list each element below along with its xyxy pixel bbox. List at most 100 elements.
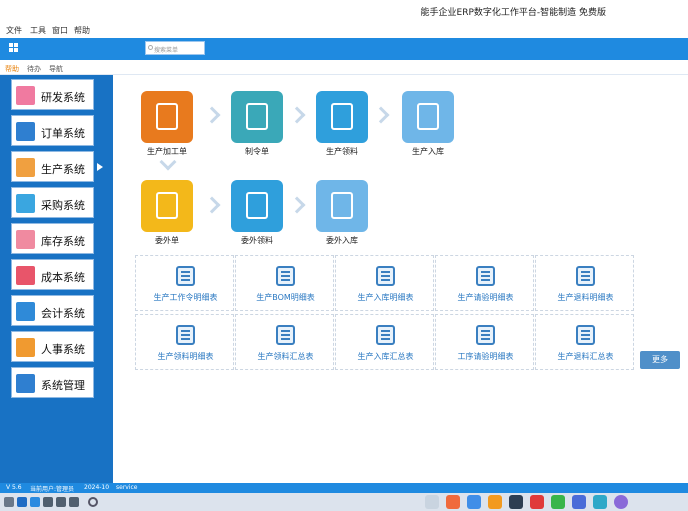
report-link[interactable]: 生产退料汇总表	[535, 314, 634, 370]
title-bar: 能手企业ERP数字化工作平台-智能制造 免费版	[0, 0, 688, 22]
flow-label[interactable]: 委外单	[132, 235, 202, 246]
window-title: 能手企业ERP数字化工作平台-智能制造 免费版	[420, 8, 606, 18]
sidebar-item[interactable]: 订单系统	[11, 115, 94, 146]
sidebar: 研发系统订单系统生产系统采购系统库存系统成本系统会计系统人事系统系统管理	[0, 75, 113, 483]
sidebar-item[interactable]: 生产系统	[11, 151, 94, 182]
sidebar-item[interactable]: 库存系统	[11, 223, 94, 254]
flow-label[interactable]: 生产领料	[307, 146, 377, 157]
document-glyph	[417, 103, 439, 130]
document-glyph	[331, 192, 353, 219]
tab-todo[interactable]: 待办	[27, 64, 41, 74]
purchase-icon	[16, 194, 35, 213]
sidebar-item[interactable]: 会计系统	[11, 295, 94, 326]
dock-app-icon[interactable]	[446, 495, 460, 509]
report-link[interactable]: 生产入库明细表	[335, 255, 434, 311]
report-link[interactable]: 工序请验明细表	[435, 314, 534, 370]
dock-app-icon[interactable]	[467, 495, 481, 509]
flow-arrow-icon	[372, 106, 390, 124]
material-issue-icon[interactable]	[316, 91, 368, 143]
flow-label[interactable]: 委外领料	[222, 235, 292, 246]
dock-app-icon[interactable]	[593, 495, 607, 509]
report-link[interactable]: 生产退料明细表	[535, 255, 634, 311]
report-link[interactable]: 生产工作令明细表	[135, 255, 234, 311]
flow-label[interactable]: 生产入库	[393, 146, 463, 157]
taskbar-app-icon[interactable]	[69, 497, 79, 507]
report-link[interactable]: 生产入库汇总表	[335, 314, 434, 370]
report-icon	[576, 325, 595, 345]
report-icon	[476, 325, 495, 345]
taskbar-app-icon[interactable]	[43, 497, 53, 507]
menu-help[interactable]: 帮助	[74, 25, 90, 36]
toolbar: 搜索菜单	[0, 38, 688, 60]
active-arrow-icon	[97, 163, 103, 171]
document-glyph	[246, 103, 268, 130]
report-icon	[476, 266, 495, 286]
outsource-order-icon[interactable]	[141, 180, 193, 232]
report-label: 生产退料汇总表	[557, 352, 614, 361]
dock-app-icon[interactable]	[509, 495, 523, 509]
sidebar-item[interactable]: 成本系统	[11, 259, 94, 290]
report-label: 工序请验明细表	[457, 352, 514, 361]
start-icon[interactable]	[4, 497, 14, 507]
report-label: 生产入库汇总表	[357, 352, 414, 361]
inventory-icon	[16, 230, 35, 249]
sidebar-item[interactable]: 采购系统	[11, 187, 94, 218]
tab-navigation[interactable]: 导航	[49, 64, 63, 74]
report-link[interactable]: 生产请验明细表	[435, 255, 534, 311]
flow-label[interactable]: 委外入库	[307, 235, 377, 246]
sidebar-item-label: 生产系统	[41, 163, 85, 176]
report-link[interactable]: 生产领料汇总表	[235, 314, 334, 370]
taskbar-app-icon[interactable]	[56, 497, 66, 507]
taskbar-app-icon[interactable]	[30, 497, 40, 507]
search-input[interactable]: 搜索菜单	[145, 41, 205, 55]
outsource-issue-icon[interactable]	[231, 180, 283, 232]
menu-tools[interactable]: 工具	[30, 25, 46, 36]
sidebar-item-label: 成本系统	[41, 271, 85, 284]
menu-file[interactable]: 文件	[6, 25, 22, 36]
status-date: 2024-10	[84, 484, 110, 491]
report-icon	[376, 266, 395, 286]
launcher-icon[interactable]	[425, 495, 439, 509]
sidebar-item-label: 系统管理	[41, 379, 85, 392]
dock-app-icon[interactable]	[572, 495, 586, 509]
settings-icon	[16, 374, 35, 393]
report-icon	[176, 325, 195, 345]
status-login: service	[116, 484, 138, 491]
menu-window[interactable]: 窗口	[52, 25, 68, 36]
status-user: 当前用户:管理员	[30, 486, 75, 493]
tab-row: 帮助 待办 导航	[0, 63, 688, 74]
accounting-icon	[16, 302, 35, 321]
taskbar-app-icon[interactable]	[17, 497, 27, 507]
sidebar-item[interactable]: 系统管理	[11, 367, 94, 398]
search-icon[interactable]	[88, 497, 98, 507]
report-label: 生产入库明细表	[357, 293, 414, 302]
hr-icon	[16, 338, 35, 357]
report-label: 生产领料汇总表	[257, 352, 314, 361]
sidebar-item-label: 采购系统	[41, 199, 85, 212]
tab-help[interactable]: 帮助	[5, 64, 19, 74]
production-icon	[16, 158, 35, 177]
report-icon	[376, 325, 395, 345]
dock-app-icon[interactable]	[614, 495, 628, 509]
report-link[interactable]: 生产领料明细表	[135, 314, 234, 370]
report-link[interactable]: 生产BOM明细表	[235, 255, 334, 311]
sidebar-item[interactable]: 人事系统	[11, 331, 94, 362]
status-version: V 5.6	[6, 484, 22, 491]
production-receipt-icon[interactable]	[402, 91, 454, 143]
sidebar-item-label: 会计系统	[41, 307, 85, 320]
more-button[interactable]: 更多	[640, 351, 680, 369]
flow-arrow-icon	[203, 106, 221, 124]
outsource-receipt-icon[interactable]	[316, 180, 368, 232]
document-glyph	[331, 103, 353, 130]
dock-app-icon[interactable]	[488, 495, 502, 509]
flow-label[interactable]: 制令单	[222, 146, 292, 157]
dock-app-icon[interactable]	[530, 495, 544, 509]
document-glyph	[156, 192, 178, 219]
report-icon	[176, 266, 195, 286]
work-order-icon[interactable]	[141, 91, 193, 143]
app-window: 能手企业ERP数字化工作平台-智能制造 免费版 文件 工具 窗口 帮助 搜索菜单…	[0, 0, 688, 511]
apps-grid-icon[interactable]	[9, 43, 19, 53]
sidebar-item[interactable]: 研发系统	[11, 79, 94, 110]
manufacturing-order-icon[interactable]	[231, 91, 283, 143]
dock-app-icon[interactable]	[551, 495, 565, 509]
